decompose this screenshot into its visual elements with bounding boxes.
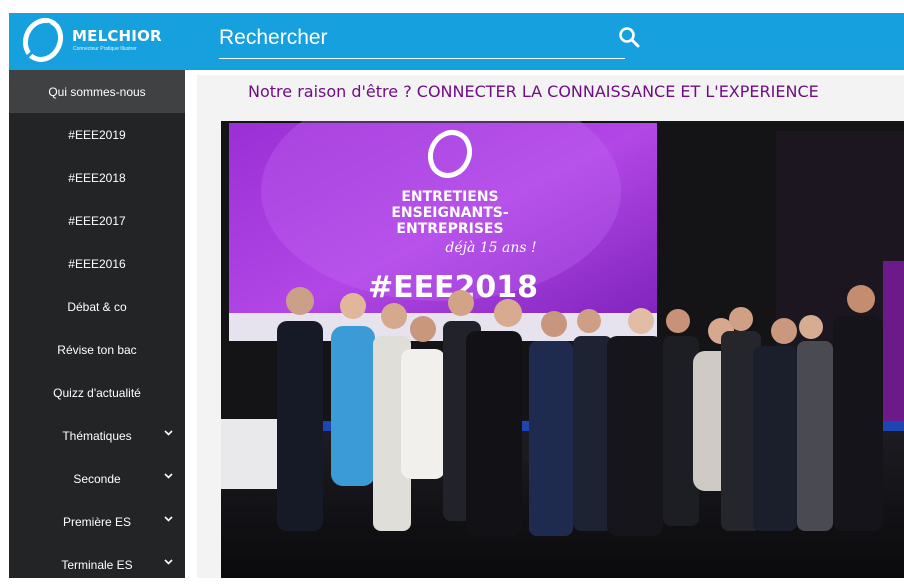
sidebar-item-qui-sommes-nous[interactable]: Qui sommes-nous [9, 70, 185, 113]
sidebar-item-label: Thématiques [62, 428, 132, 443]
sidebar-item-seconde[interactable]: Seconde [9, 457, 185, 500]
sidebar-item-label: #EEE2016 [68, 256, 126, 271]
sidebar-item-label: Quizz d'actualité [53, 385, 141, 400]
screen-title-2: ENSEIGNANTS- [391, 205, 509, 221]
chevron-down-icon[interactable] [164, 430, 173, 436]
sidebar-item-eee2017[interactable]: #EEE2017 [9, 199, 185, 242]
sidebar-item-terminale-es[interactable]: Terminale ES [9, 543, 185, 586]
sidebar-item-label: Seconde [73, 471, 121, 486]
event-photo-illustration: ENTRETIENS ENSEIGNANTS- ENTREPRISES déjà… [221, 121, 904, 578]
sidebar-item-label: #EEE2019 [68, 127, 126, 142]
sidebar-item-revise-ton-bac[interactable]: Révise ton bac [9, 328, 185, 371]
search-icon[interactable] [618, 26, 640, 48]
chevron-down-icon[interactable] [164, 559, 173, 565]
screen-script: déjà 15 ans ! [445, 240, 536, 256]
sidebar-item-label: Révise ton bac [57, 342, 137, 357]
sidebar-item-label: Première ES [62, 514, 132, 529]
sidebar-item-label: Terminale ES [61, 557, 133, 572]
melchior-logo[interactable]: MELCHIOR Connecteur Pratique Illustrer [19, 15, 179, 65]
brand-name: MELCHIOR [72, 27, 162, 45]
melchior-logo-icon [22, 18, 64, 62]
sidebar-item-eee2016[interactable]: #EEE2016 [9, 242, 185, 285]
sidebar-item-eee2019[interactable]: #EEE2019 [9, 113, 185, 156]
sidebar-item-premiere-es[interactable]: Première ES [9, 500, 185, 543]
search-bar [219, 22, 640, 59]
page-headline: Notre raison d'être ? CONNECTER LA CONNA… [248, 82, 819, 101]
top-bar: MELCHIOR Connecteur Pratique Illustrer [9, 13, 904, 70]
screen-title-3: ENTREPRISES [396, 221, 503, 237]
sidebar-item-eee2018[interactable]: #EEE2018 [9, 156, 185, 199]
screen-title-1: ENTRETIENS [401, 189, 498, 205]
sidebar-item-debat-co[interactable]: Débat & co [9, 285, 185, 328]
event-group-photo: ENTRETIENS ENSEIGNANTS- ENTREPRISES déjà… [221, 121, 904, 578]
sidebar-item-thematiques[interactable]: Thématiques [9, 414, 185, 457]
chevron-down-icon[interactable] [164, 516, 173, 522]
sidebar-item-label: #EEE2018 [68, 170, 126, 185]
sidebar-item-quizz-actualite[interactable]: Quizz d'actualité [9, 371, 185, 414]
sidebar-item-label: Débat & co [67, 299, 127, 314]
sidebar-item-label: Qui sommes-nous [48, 84, 146, 99]
main-content: Notre raison d'être ? CONNECTER LA CONNA… [197, 75, 904, 578]
sidebar-nav: Qui sommes-nous #EEE2019 #EEE2018 #EEE20… [9, 70, 185, 578]
chevron-down-icon[interactable] [164, 473, 173, 479]
search-input[interactable] [219, 24, 589, 52]
sidebar-item-label: #EEE2017 [68, 213, 126, 228]
brand-tagline: Connecteur Pratique Illustrer [73, 46, 137, 52]
